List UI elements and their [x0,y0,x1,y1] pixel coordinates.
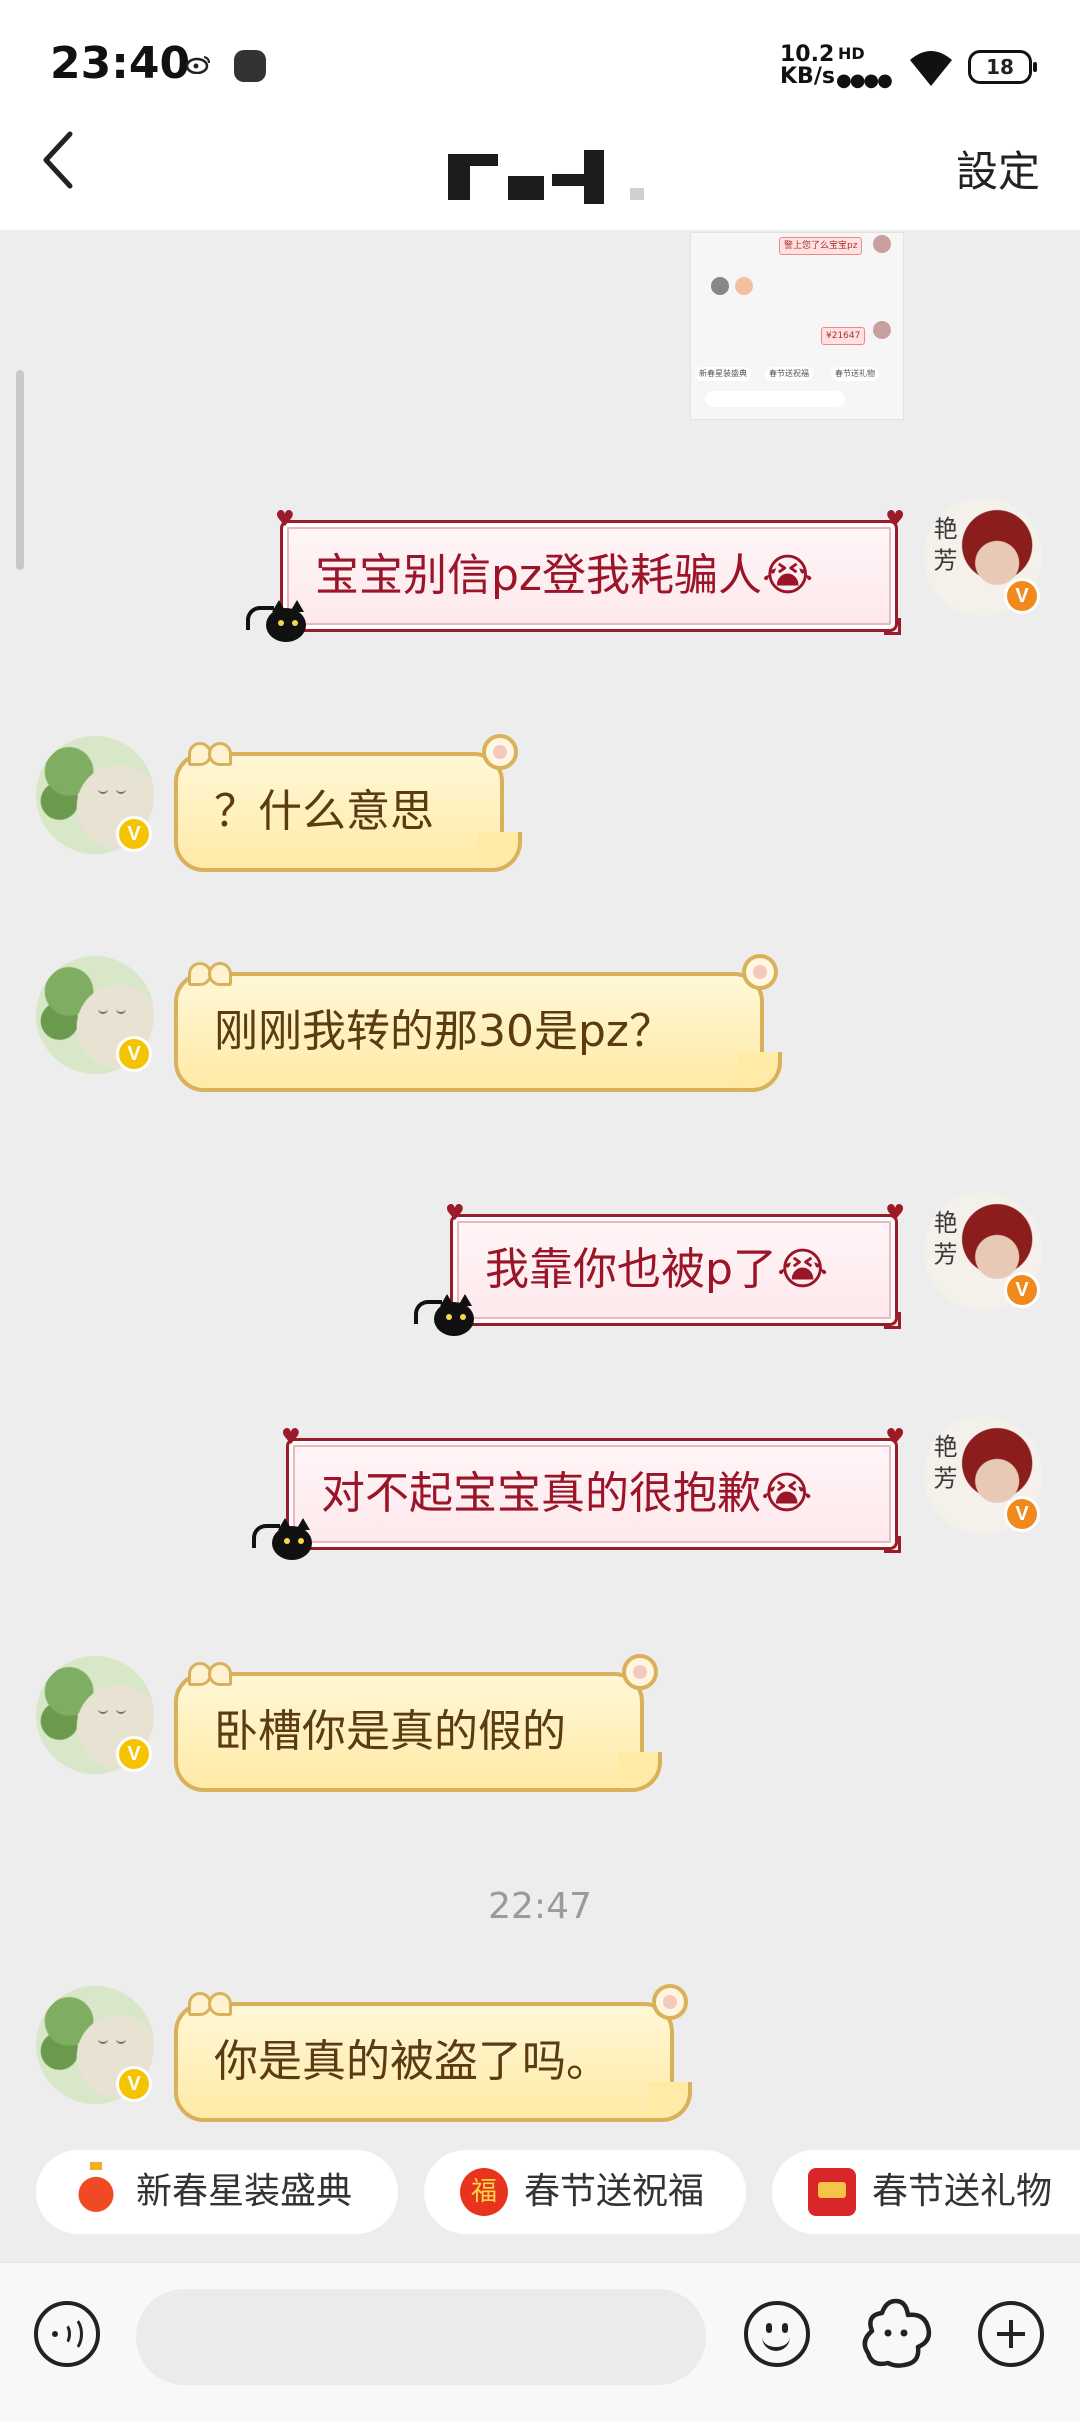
chip-label: 春节送礼物 [872,2171,1053,2212]
incoming-message-bubble[interactable]: ？什么意思 [174,734,522,872]
thumb-message: ¥21647 [821,327,866,345]
thumb-avatar [735,277,753,295]
heart-icon: ♥ [445,1201,465,1226]
message-timestamp: 22:47 [488,1886,592,1927]
bow-decoration-icon [188,960,232,986]
fu-icon: 福 [460,2168,508,2216]
message-text: 我靠你也被p了😭 [485,1244,829,1295]
message-input[interactable] [136,2289,706,2385]
verified-badge-icon: V [116,1736,152,1772]
thumb-message: 警上您了么宝宝pz [779,237,863,255]
chat-title-pixelated [448,140,648,204]
calligraphy-decoration: 艳 芳 [929,1434,957,1490]
plus-icon[interactable] [978,2301,1044,2367]
message-input-bar [0,2262,1080,2421]
black-cat-decoration-icon [246,600,310,644]
ring-decoration-icon [482,734,518,770]
black-cat-decoration-icon [414,1294,478,1338]
calligraphy-decoration: 艳 芳 [929,1210,957,1266]
battery-icon: 18 [968,50,1037,84]
thumb-avatar [711,277,729,295]
verified-badge-icon: V [116,2066,152,2102]
verified-badge-icon: V [116,1036,152,1072]
heart-icon: ♥ [275,507,295,532]
gift-icon [808,2168,856,2216]
heart-icon: ♥ [281,1425,301,1450]
verified-badge-icon: V [1004,1496,1040,1532]
shared-screenshot-image[interactable]: 警上您了么宝宝pz ¥21647 新春星装盛典 春节送祝福 春节送礼物 [690,232,904,420]
verified-badge-icon: V [1004,578,1040,614]
chip-label: 新春星装盛典 [136,2171,353,2212]
black-cat-decoration-icon [252,1518,316,1562]
quick-action-bar: 新春星装盛典 福 春节送祝福 春节送礼物 [0,2150,1080,2250]
calligraphy-decoration: 艳 芳 [929,516,957,572]
message-text: 对不起宝宝真的很抱歉😭 [321,1468,813,1519]
status-bar: 23:40 10.2 KB/s HD ●●●● 18 [0,0,1080,130]
chip-label: 春节送祝福 [524,2171,705,2212]
verified-badge-icon: V [1004,1272,1040,1308]
message-text: 卧槽你是真的假的 [214,1706,566,1757]
heart-icon: ♥ [885,1425,905,1450]
message-text: ？什么意思 [214,786,434,837]
network-type-badge: HD [838,44,865,63]
voice-icon[interactable] [34,2301,100,2367]
emoji-icon[interactable] [744,2301,810,2367]
bow-decoration-icon [188,740,232,766]
lantern-icon [72,2162,120,2216]
status-time: 23:40 [50,38,191,89]
signal-icon: ●●●● [836,70,893,91]
verified-badge-icon: V [116,816,152,852]
incoming-message-bubble[interactable]: 卧槽你是真的假的 [174,1654,662,1792]
quick-action-new-year-outfit[interactable]: 新春星装盛典 [36,2150,398,2234]
message-text: 你是真的被盗了吗。 [214,2036,610,2087]
heart-icon: ♥ [885,1201,905,1226]
thumb-input [705,391,845,407]
scrollbar[interactable] [16,370,24,570]
ring-decoration-icon [652,1984,688,2020]
heart-icon: ♥ [885,507,905,532]
thumb-avatar [873,235,891,253]
thumb-avatar [873,321,891,339]
sticker-icon[interactable] [858,2297,934,2369]
thumb-chip: 春节送礼物 [831,367,879,381]
message-text: 宝宝别信pz登我耗骗人😭 [315,550,814,601]
quick-action-send-gift[interactable]: 春节送礼物 [772,2150,1080,2234]
outgoing-message-bubble[interactable]: ♥ ♥ 我靠你也被p了😭 [445,1203,905,1329]
quick-action-send-blessing[interactable]: 福 春节送祝福 [424,2150,746,2234]
thumb-chip: 新春星装盛典 [695,367,751,381]
incoming-message-bubble[interactable]: 你是真的被盗了吗。 [174,1984,692,2122]
bow-decoration-icon [188,1990,232,2016]
thumb-chip: 春节送祝福 [765,367,813,381]
settings-button[interactable]: 設定 [956,138,1040,199]
outgoing-message-bubble[interactable]: ♥ ♥ 宝宝别信pz登我耗骗人😭 [275,509,905,635]
ring-decoration-icon [742,954,778,990]
bow-decoration-icon [188,1660,232,1686]
message-notification-icon [234,50,266,82]
outgoing-message-bubble[interactable]: ♥ ♥ 对不起宝宝真的很抱歉😭 [281,1427,905,1553]
incoming-message-bubble[interactable]: 刚刚我转的那30是pz？ [174,954,782,1092]
back-button[interactable] [38,130,78,190]
weibo-icon [186,56,210,74]
wifi-icon [910,51,952,86]
chevron-left-icon [43,131,73,189]
message-text: 刚刚我转的那30是pz？ [214,1006,674,1057]
ring-decoration-icon [622,1654,658,1690]
network-speed: 10.2 KB/s [780,42,835,89]
